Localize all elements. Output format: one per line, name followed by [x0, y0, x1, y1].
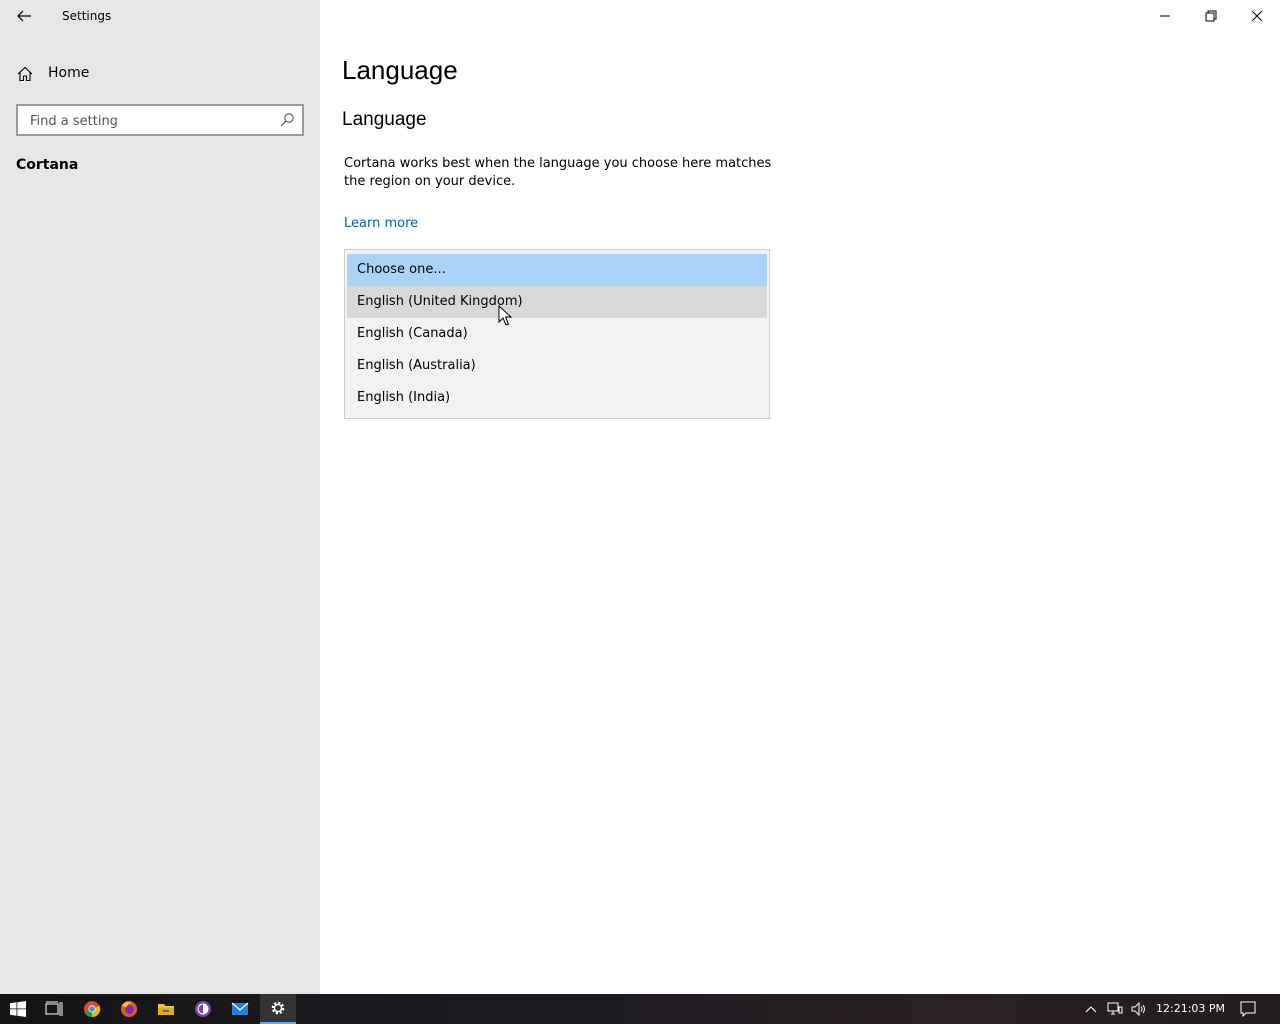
dropdown-option-label: English (India): [357, 390, 451, 405]
minimize-icon: [1160, 15, 1170, 17]
dropdown-option-english-australia[interactable]: English (Australia): [347, 350, 767, 382]
back-arrow-icon: [17, 10, 31, 22]
minimize-button[interactable]: [1142, 0, 1188, 32]
task-view-button[interactable]: [36, 994, 72, 1024]
mail-taskbar-button[interactable]: [222, 994, 258, 1024]
tor-taskbar-button[interactable]: [185, 994, 221, 1024]
mail-icon: [231, 1002, 249, 1015]
dropdown-option-label: English (Australia): [357, 358, 476, 373]
restore-icon: [1205, 10, 1217, 22]
settings-taskbar-button[interactable]: [260, 994, 296, 1024]
show-hidden-icons-button[interactable]: [1079, 994, 1103, 1024]
app-title: Settings: [62, 9, 112, 23]
firefox-icon: [121, 1001, 137, 1017]
description-text: Cortana works best when the language you…: [344, 156, 772, 189]
dropdown-option-choose-one[interactable]: Choose one...: [347, 254, 767, 286]
start-icon: [10, 1001, 26, 1017]
chrome-taskbar-button[interactable]: [74, 994, 110, 1024]
chrome-icon: [84, 1001, 101, 1018]
language-dropdown-list[interactable]: Choose one... English (United Kingdom) E…: [344, 249, 770, 419]
network-icon: [1107, 1002, 1123, 1015]
search-icon[interactable]: [279, 112, 295, 128]
back-button[interactable]: [8, 2, 40, 30]
close-icon: [1251, 10, 1263, 22]
sidebar-section-label: Cortana: [16, 157, 79, 173]
dropdown-option-label: Choose one...: [357, 262, 446, 277]
search-input[interactable]: [28, 110, 272, 132]
task-view-icon: [45, 1001, 63, 1016]
taskbar: 12:21:03 PM: [0, 994, 1280, 1024]
section-title: Language: [342, 109, 427, 130]
sidebar: Settings Home Cortana: [0, 0, 320, 994]
volume-button[interactable]: [1127, 994, 1151, 1024]
close-button[interactable]: [1234, 0, 1280, 32]
dropdown-option-english-canada[interactable]: English (Canada): [347, 318, 767, 350]
notifications-icon: [1240, 1001, 1256, 1017]
mouse-cursor-icon: [498, 305, 512, 326]
file-explorer-icon: [158, 1004, 174, 1015]
sidebar-item-label: Home: [48, 65, 90, 81]
search-box[interactable]: [16, 104, 304, 136]
action-center-button[interactable]: [1236, 994, 1260, 1024]
tor-icon: [195, 1001, 211, 1017]
network-button[interactable]: [1103, 994, 1127, 1024]
file-explorer-taskbar-button[interactable]: [148, 994, 184, 1024]
dropdown-option-english-india[interactable]: English (India): [347, 382, 767, 414]
learn-more-link[interactable]: Learn more: [344, 216, 418, 231]
dropdown-option-english-uk[interactable]: English (United Kingdom): [347, 286, 767, 318]
firefox-taskbar-button[interactable]: [111, 994, 147, 1024]
page-title: Language: [342, 55, 458, 85]
volume-icon: [1131, 1002, 1145, 1016]
sidebar-item-home[interactable]: Home: [0, 58, 320, 90]
dropdown-option-label: English (Canada): [357, 326, 468, 341]
start-button[interactable]: [0, 994, 36, 1024]
taskbar-clock[interactable]: 12:21:03 PM: [1156, 1002, 1225, 1015]
restore-button[interactable]: [1188, 0, 1234, 32]
home-icon: [17, 66, 33, 82]
settings-icon: [271, 1001, 285, 1015]
chevron-up-icon: [1085, 1006, 1097, 1013]
